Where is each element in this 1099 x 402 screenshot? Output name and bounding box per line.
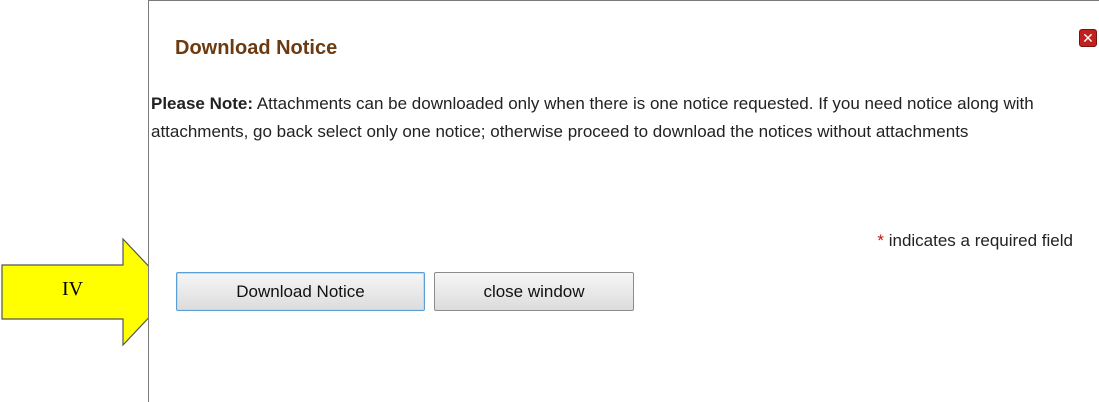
arrow-label: IV xyxy=(62,278,84,300)
close-icon[interactable]: ✕ xyxy=(1079,29,1097,47)
download-notice-button[interactable]: Download Notice xyxy=(176,272,425,311)
note-body: Attachments can be downloaded only when … xyxy=(151,94,1034,141)
download-notice-dialog: Download Notice ✕ Please Note: Attachmen… xyxy=(148,0,1099,402)
required-star: * xyxy=(877,231,884,250)
note-text: Please Note: Attachments can be download… xyxy=(151,90,1093,146)
required-hint-text: indicates a required field xyxy=(883,231,1073,250)
required-field-hint: * indicates a required field xyxy=(877,231,1073,251)
dialog-title: Download Notice xyxy=(175,37,338,59)
note-label: Please Note: xyxy=(151,94,254,113)
close-window-button[interactable]: close window xyxy=(434,272,634,311)
